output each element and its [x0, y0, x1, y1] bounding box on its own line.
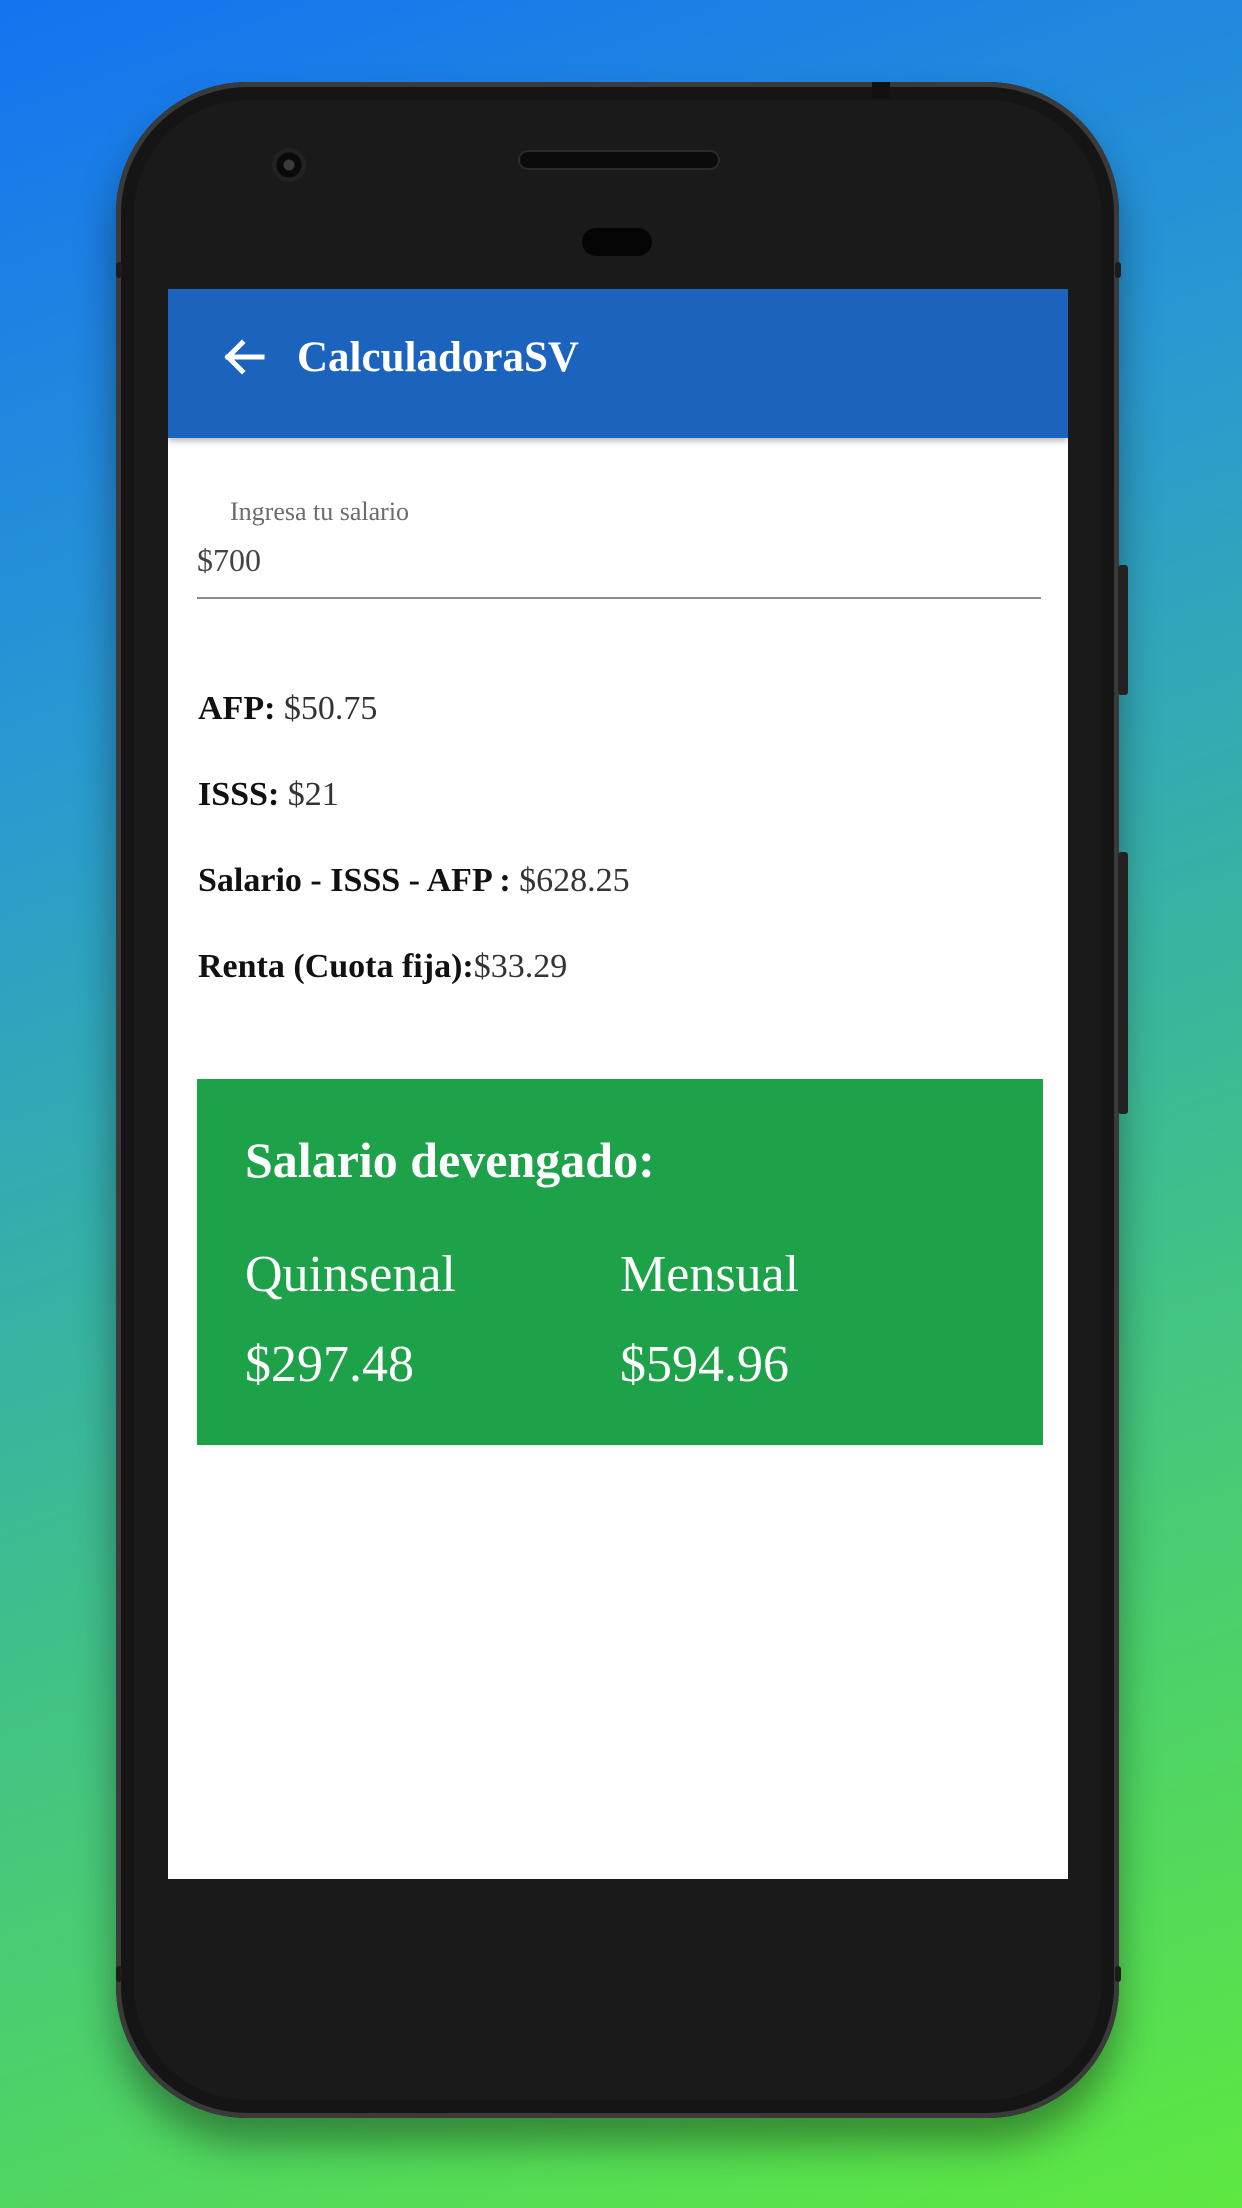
frame-notch [1115, 1966, 1121, 1982]
net-salary-label: Salario - ISSS - AFP : [198, 862, 511, 899]
renta-label: Renta (Cuota fija): [198, 948, 474, 985]
frame-notch [116, 1966, 122, 1982]
afp-value: $50.75 [283, 690, 378, 727]
monthly-value: $594.96 [620, 1336, 789, 1393]
frame-notch [1115, 262, 1121, 278]
net-salary-row: Salario - ISSS - AFP : $628.25 [198, 862, 630, 900]
power-button [1118, 565, 1128, 695]
afp-label: AFP: [198, 690, 276, 727]
frame-notch [116, 262, 122, 278]
isss-row: ISSS: $21 [198, 776, 339, 814]
salary-field-label: Ingresa tu salario [230, 497, 410, 526]
renta-value: $33.29 [473, 948, 568, 985]
earned-salary-title: Salario devengado: [245, 1132, 655, 1188]
app-screen: CalculadoraSV Ingresa tu salario AFP: $5… [168, 289, 1068, 1879]
salary-input[interactable] [197, 535, 1039, 585]
renta-row: Renta (Cuota fija):$33.29 [198, 948, 567, 986]
frame-notch [872, 82, 890, 98]
biweekly-label: Quinsenal [245, 1246, 456, 1303]
afp-row: AFP: $50.75 [198, 690, 377, 728]
earpiece-speaker [518, 150, 720, 170]
front-camera-icon [272, 148, 306, 182]
app-bar: CalculadoraSV [168, 289, 1068, 438]
salary-input-underline [197, 597, 1041, 599]
net-salary-value: $628.25 [519, 862, 630, 899]
monthly-label: Mensual [620, 1246, 800, 1303]
isss-label: ISSS: [198, 776, 280, 813]
isss-value: $21 [287, 776, 339, 813]
earned-salary-card: Salario devengado: Quinsenal Mensual $29… [197, 1079, 1043, 1445]
app-title: CalculadoraSV [297, 334, 579, 381]
volume-button [1118, 852, 1128, 1114]
biweekly-value: $297.48 [245, 1336, 414, 1393]
proximity-sensor [582, 228, 652, 256]
arrow-left-icon[interactable] [218, 332, 268, 382]
